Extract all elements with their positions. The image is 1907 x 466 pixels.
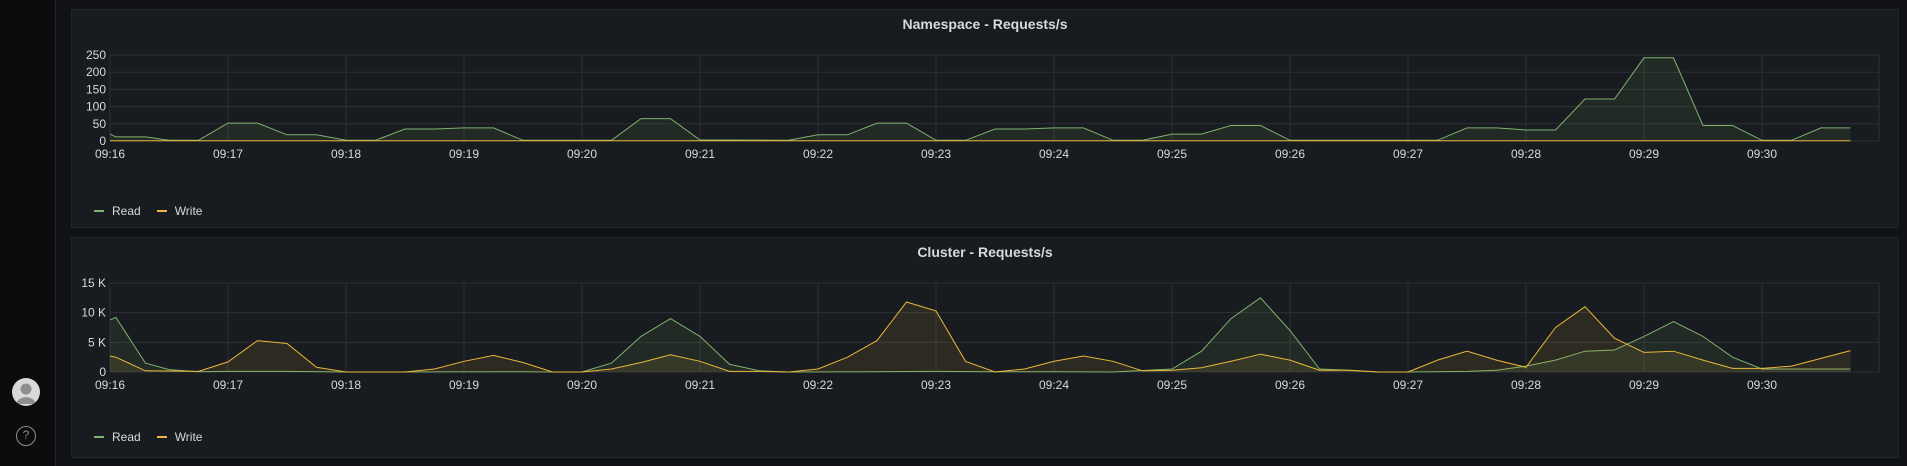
- chart-legend: Read Write: [94, 204, 202, 218]
- x-tick-label: 09:18: [331, 147, 361, 161]
- x-tick-label: 09:22: [803, 378, 833, 392]
- x-tick-label: 09:17: [213, 147, 243, 161]
- x-tick-label: 09:20: [567, 147, 597, 161]
- y-tick-label: 100: [86, 100, 106, 114]
- y-tick-label: 0: [99, 365, 106, 379]
- x-tick-label: 09:20: [567, 378, 597, 392]
- legend-swatch-write: [156, 436, 167, 438]
- x-tick-label: 09:17: [213, 378, 243, 392]
- x-tick-label: 09:16: [95, 378, 125, 392]
- x-tick-label: 09:18: [331, 378, 361, 392]
- user-avatar[interactable]: [12, 378, 40, 406]
- y-tick-label: 50: [93, 117, 107, 131]
- x-tick-label: 09:29: [1629, 147, 1659, 161]
- y-tick-label: 250: [86, 48, 106, 62]
- x-tick-label: 09:27: [1393, 147, 1423, 161]
- sidebar: ?: [0, 0, 56, 466]
- x-tick-label: 09:29: [1629, 378, 1659, 392]
- legend-item-write[interactable]: Write: [156, 430, 203, 444]
- y-tick-label: 150: [86, 82, 106, 96]
- x-tick-label: 09:27: [1393, 378, 1423, 392]
- x-tick-label: 09:21: [685, 147, 715, 161]
- y-tick-label: 15 K: [81, 276, 106, 290]
- legend-item-read[interactable]: Read: [94, 204, 141, 218]
- legend-label: Read: [112, 430, 141, 444]
- x-tick-label: 09:30: [1747, 147, 1777, 161]
- legend-swatch-read: [94, 436, 104, 438]
- user-icon: [16, 383, 36, 404]
- y-tick-label: 10 K: [81, 306, 106, 320]
- legend-item-write[interactable]: Write: [156, 204, 203, 218]
- x-tick-label: 09:16: [95, 147, 125, 161]
- cluster-requests-panel: Cluster - Requests/s 05 K 10 K 15 K 09:16 09…: [71, 237, 1899, 458]
- legend-swatch-write: [156, 210, 167, 212]
- x-tick-label: 09:19: [449, 147, 479, 161]
- cluster-requests-chart[interactable]: 0 5 K 10 K 15 K 09:16 09:17 09:18 09:19 09:20 09:…: [72, 238, 1900, 459]
- legend-item-read[interactable]: Read: [94, 430, 141, 444]
- x-tick-label: 09:24: [1039, 147, 1069, 161]
- x-tick-label: 09:28: [1511, 378, 1541, 392]
- x-tick-label: 09:23: [921, 378, 951, 392]
- legend-label: Write: [174, 204, 203, 218]
- x-tick-label: 09:25: [1157, 378, 1187, 392]
- x-tick-label: 09:30: [1747, 378, 1777, 392]
- x-tick-label: 09:25: [1157, 147, 1187, 161]
- x-tick-label: 09:19: [449, 378, 479, 392]
- y-tick-label: 0: [99, 134, 106, 148]
- y-tick-label: 5 K: [88, 335, 106, 349]
- x-tick-label: 09:26: [1275, 147, 1305, 161]
- chart-legend: Read Write: [94, 430, 202, 444]
- x-tick-label: 09:23: [921, 147, 951, 161]
- y-tick-label: 200: [86, 65, 106, 79]
- x-tick-label: 09:24: [1039, 378, 1069, 392]
- x-tick-label: 09:26: [1275, 378, 1305, 392]
- legend-label: Write: [174, 430, 203, 444]
- namespace-requests-panel: Namespace - Requests/s 0 50 100 150 200 250 09…: [71, 9, 1899, 228]
- help-icon[interactable]: ?: [16, 426, 36, 446]
- x-tick-label: 09:22: [803, 147, 833, 161]
- namespace-requests-chart[interactable]: 0 50 100 150 200 250 09:16 09:17 09:18 09:19 09:20…: [72, 10, 1900, 229]
- legend-label: Read: [112, 204, 141, 218]
- legend-swatch-read: [94, 210, 104, 212]
- x-tick-label: 09:21: [685, 378, 715, 392]
- x-tick-label: 09:28: [1511, 147, 1541, 161]
